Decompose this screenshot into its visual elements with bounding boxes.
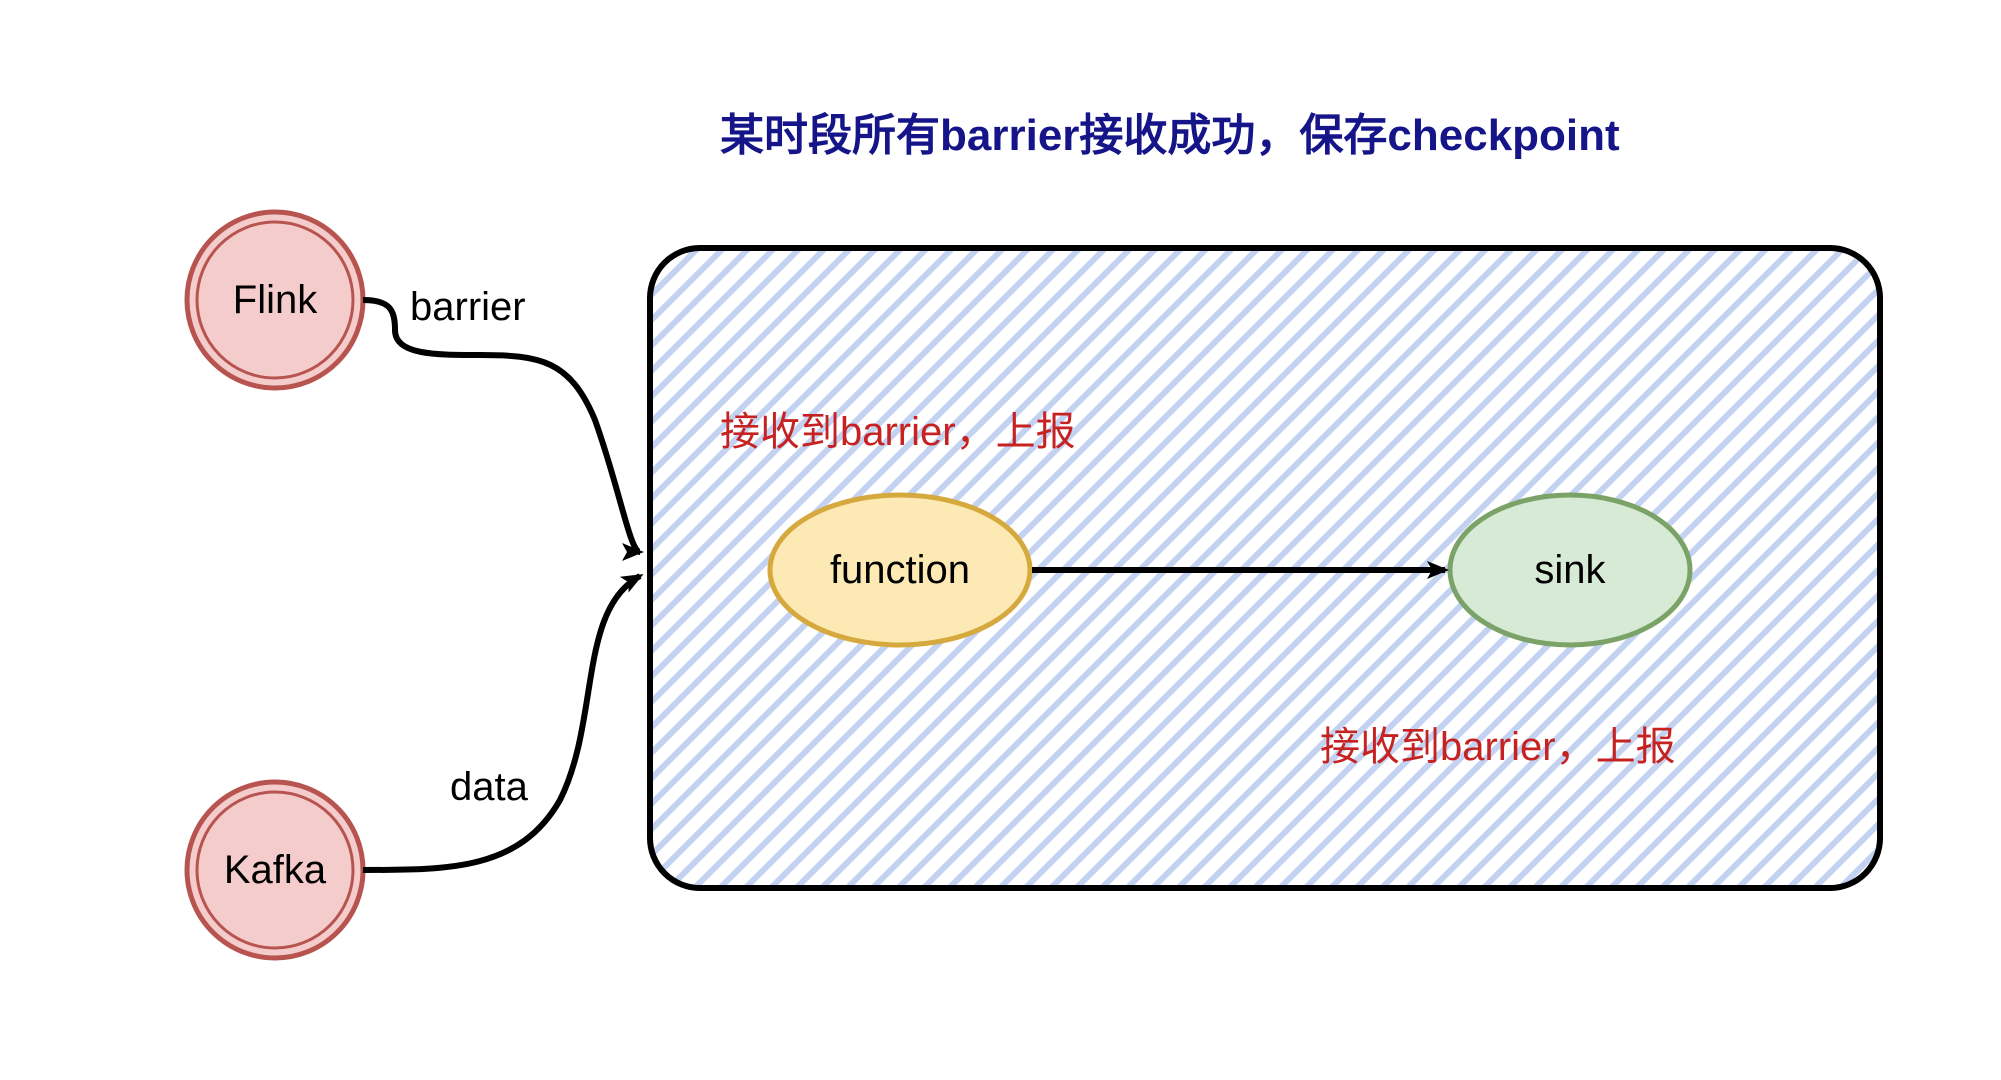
kafka-label: Kafka [224,848,327,892]
data-edge-label: data [450,765,529,809]
sink-node: sink [1450,495,1690,645]
flink-node: Flink [187,212,363,388]
kafka-node: Kafka [187,782,363,958]
barrier-edge-label: barrier [410,285,526,329]
barrier-edge: barrier [363,285,640,552]
function-label: function [830,548,970,592]
function-node: function [770,495,1030,645]
sink-label: sink [1534,548,1606,592]
flink-label: Flink [233,278,318,322]
function-note: 接收到barrier，上报 [720,410,1076,454]
data-edge: data [363,576,640,870]
sink-note: 接收到barrier，上报 [1320,725,1676,769]
diagram-title: 某时段所有barrier接收成功，保存checkpoint [720,111,1620,160]
